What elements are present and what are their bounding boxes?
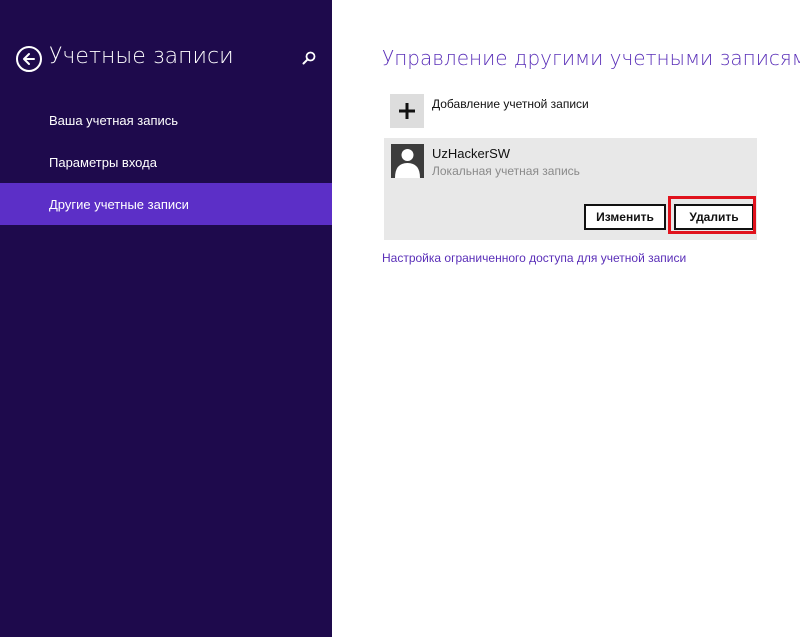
account-name: UzHackerSW bbox=[432, 146, 511, 161]
sidebar-title: Учетные записи bbox=[49, 44, 234, 69]
page-title: Управление другими учетными записями bbox=[382, 46, 800, 70]
change-button[interactable]: Изменить bbox=[584, 204, 666, 230]
delete-button-highlight bbox=[668, 196, 756, 234]
sidebar-item-sign-in-options[interactable]: Параметры входа bbox=[0, 141, 332, 183]
search-icon[interactable] bbox=[301, 50, 317, 66]
sidebar-item-label: Параметры входа bbox=[49, 154, 157, 170]
restricted-access-link[interactable]: Настройка ограниченного доступа для учет… bbox=[382, 251, 686, 265]
sidebar: Учетные записи Ваша учетная запись Парам… bbox=[0, 0, 332, 637]
back-arrow-icon bbox=[23, 53, 35, 65]
sidebar-item-label: Другие учетные записи bbox=[49, 196, 189, 212]
back-button[interactable] bbox=[16, 46, 42, 72]
add-account-label[interactable]: Добавление учетной записи bbox=[432, 97, 589, 111]
sidebar-item-other-accounts[interactable]: Другие учетные записи bbox=[0, 183, 332, 225]
sidebar-item-your-account[interactable]: Ваша учетная запись bbox=[0, 99, 332, 141]
add-account-button[interactable] bbox=[390, 94, 424, 128]
user-avatar-icon bbox=[391, 144, 424, 178]
account-type: Локальная учетная запись bbox=[432, 164, 580, 178]
main-panel: Управление другими учетными записями Доб… bbox=[332, 0, 800, 637]
sidebar-item-label: Ваша учетная запись bbox=[49, 112, 179, 128]
plus-icon bbox=[399, 103, 415, 119]
